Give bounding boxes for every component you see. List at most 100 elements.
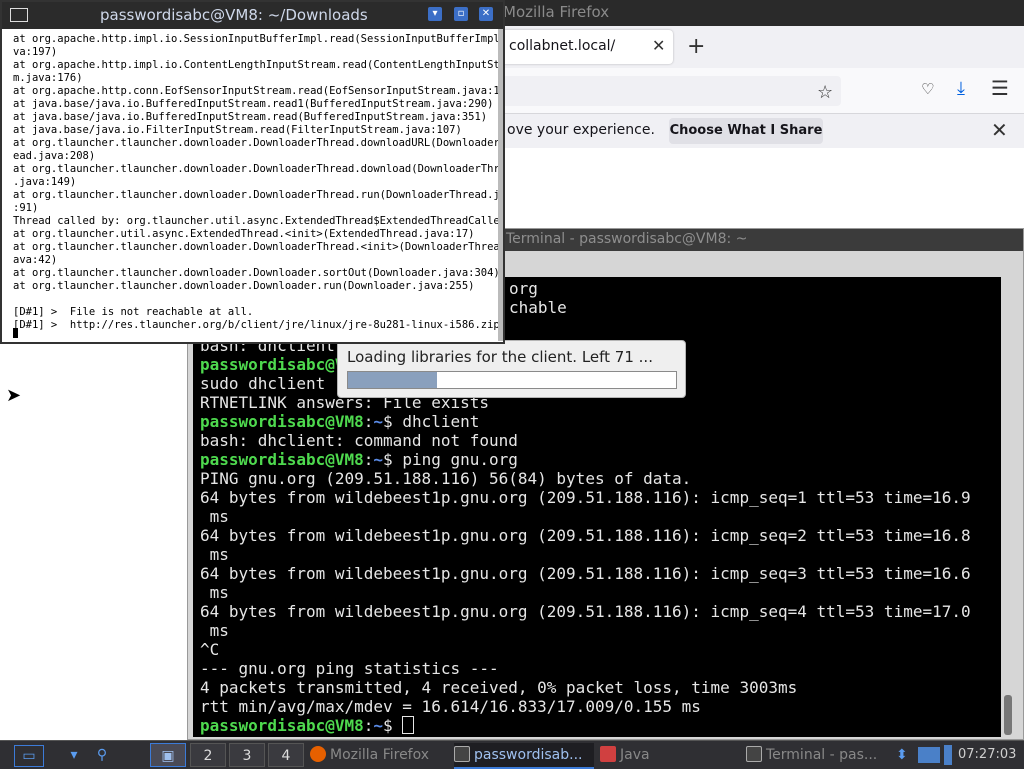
firefox-content-area [501, 148, 1024, 230]
task-java[interactable]: Java [600, 743, 740, 767]
task-firefox[interactable]: Mozilla Firefox [310, 743, 450, 767]
notification-text: ove your experience. [507, 122, 655, 138]
log-line: at org.tlauncher.tlauncher.downloader.Do… [13, 137, 498, 149]
tab-title: collabnet.local/ [509, 38, 616, 54]
log-cursor-line [13, 328, 18, 341]
text-cursor [13, 328, 18, 338]
terminal-line: ms [200, 507, 229, 526]
firefox-nav-bar: ☆ ♡ ⤓ ☰ [501, 68, 1024, 112]
log-terminal-scrollbar[interactable] [498, 29, 503, 341]
terminal-line: 4 packets transmitted, 4 received, 0% pa… [200, 678, 798, 697]
terminal-scrollbar[interactable] [1002, 277, 1014, 737]
java-icon [600, 746, 616, 762]
firefox-tab[interactable]: collabnet.local/ ✕ [501, 30, 673, 64]
log-line: ead.java:208) [13, 150, 96, 162]
terminal-line: 64 bytes from wildebeest1p.gnu.org (209.… [200, 526, 971, 545]
log-line: .java:149) [13, 176, 77, 188]
taskbar: ▭ ▾ ⚲ ▣ 2 3 4 Mozilla Firefox passwordis… [0, 740, 1024, 769]
prompt-command: ping gnu.org [402, 450, 518, 469]
app-menu-icon[interactable]: ▭ [14, 745, 44, 767]
log-line: [D#1] > File is not reachable at all. [13, 306, 254, 318]
terminal-line: chable [509, 298, 567, 317]
terminal-line: ms [200, 583, 229, 602]
log-terminal-title: passwordisabc@VM8: ~/Downloads [100, 6, 368, 24]
task-label: Terminal - pas... [766, 747, 878, 763]
task-terminal[interactable]: Terminal - pas... [746, 743, 886, 767]
loading-progress-bar [347, 371, 677, 389]
log-line: at org.apache.http.conn.EofSensorInputSt… [13, 85, 498, 97]
scrollbar-thumb[interactable] [1004, 695, 1012, 735]
minimize-button[interactable]: ▾ [428, 7, 442, 21]
log-line: at org.apache.http.impl.io.ContentLength… [13, 59, 498, 71]
prompt-user: passwordisabc@VM8 [200, 716, 364, 735]
log-line: at org.apache.http.impl.io.SessionInputB… [13, 33, 498, 45]
workspace-button[interactable]: 3 [229, 743, 265, 767]
firefox-titlebar[interactable]: Mozilla Firefox [501, 0, 1024, 26]
url-bar[interactable]: ☆ [501, 76, 841, 106]
text-cursor [402, 716, 415, 734]
firefox-tab-strip: collabnet.local/ ✕ [501, 26, 1024, 69]
close-notification-icon[interactable]: ✕ [991, 118, 1008, 142]
log-line: at org.tlauncher.util.async.ExtendedThre… [13, 228, 475, 240]
workspace-button[interactable]: 4 [268, 743, 304, 767]
terminal-line: PING gnu.org (209.51.188.116) 56(84) byt… [200, 469, 692, 488]
prompt-path: ~ [373, 450, 384, 469]
log-terminal-titlebar[interactable]: passwordisabc@VM8: ~/Downloads ▾ ▫ ✕ [2, 2, 503, 29]
workspace-1-button[interactable]: ▣ [150, 743, 186, 767]
prompt-user: passwordisabc@VM8 [200, 412, 364, 431]
bookmark-star-icon[interactable]: ☆ [817, 82, 833, 103]
choose-what-i-share-button[interactable]: Choose What I Share [669, 118, 823, 144]
task-label: passwordisab... [474, 747, 583, 763]
prompt-end: $ [383, 412, 403, 431]
battery-icon [944, 745, 952, 765]
close-tab-icon[interactable]: ✕ [652, 36, 665, 55]
terminal-line: bash: dhclient: command not found [200, 431, 518, 450]
loading-dialog: Loading libraries for the client. Left 7… [337, 340, 686, 398]
prompt-path: ~ [373, 716, 384, 735]
clock[interactable]: 07:27:03 [958, 743, 1024, 767]
network-icon[interactable]: ⬍ [896, 745, 908, 765]
prompt-user: passwordisabc@VM8 [200, 450, 364, 469]
terminal-line: 64 bytes from wildebeest1p.gnu.org (209.… [200, 602, 971, 621]
log-line: Thread called by: org.tlauncher.util.asy… [13, 215, 498, 227]
terminal-app-icon[interactable] [10, 8, 28, 22]
prompt-path: ~ [373, 412, 384, 431]
folder-icon[interactable] [918, 747, 940, 763]
terminal-line: ^C [200, 640, 220, 659]
search-icon[interactable]: ⚲ [92, 745, 112, 765]
progress-fill [348, 372, 437, 388]
firefox-window: Mozilla Firefox collabnet.local/ ✕ + ☆ ♡… [500, 0, 1024, 230]
task-log-terminal[interactable]: passwordisab... [454, 743, 594, 769]
terminal-line: sudo dhclient [200, 374, 326, 393]
log-terminal-window: passwordisabc@VM8: ~/Downloads ▾ ▫ ✕ at … [0, 0, 505, 344]
prompt-command: dhclient [402, 412, 480, 431]
terminal-line: 64 bytes from wildebeest1p.gnu.org (209.… [200, 488, 971, 507]
terminal-line: rtt min/avg/max/mdev = 16.614/16.833/17.… [200, 697, 701, 716]
firefox-icon [310, 746, 326, 762]
download-icon[interactable]: ⤓ [957, 78, 965, 99]
log-terminal-output[interactable]: at org.apache.http.impl.io.SessionInputB… [4, 29, 498, 341]
terminal-line: ms [200, 621, 229, 640]
terminal-line: 64 bytes from wildebeest1p.gnu.org (209.… [200, 564, 971, 583]
terminal-icon [746, 746, 762, 762]
mouse-pointer-icon: ➤ [6, 385, 22, 406]
terminal-line: org [509, 279, 538, 298]
log-line: [D#1] > http://res.tlauncher.org/b/clien… [13, 319, 498, 331]
log-line: ava:42) [13, 254, 58, 266]
log-line: m.java:176) [13, 72, 83, 84]
prompt-sep: : [363, 450, 374, 469]
close-window-button[interactable]: ✕ [479, 7, 493, 21]
workspace-button[interactable]: 2 [190, 743, 226, 767]
new-tab-button[interactable]: + [687, 34, 705, 59]
hamburger-menu-icon[interactable]: ☰ [991, 76, 1009, 100]
log-line: at java.base/java.io.BufferedInputStream… [13, 98, 494, 110]
pocket-icon[interactable]: ♡ [921, 80, 934, 98]
log-line: va:197) [13, 46, 58, 58]
maximize-button[interactable]: ▫ [454, 7, 468, 21]
log-line: :91) [13, 202, 39, 214]
log-line: at org.tlauncher.tlauncher.downloader.Do… [13, 241, 498, 253]
prompt-end: $ [383, 450, 403, 469]
log-line: at org.tlauncher.tlauncher.downloader.Do… [13, 163, 498, 175]
window-list-icon[interactable]: ▾ [64, 745, 84, 765]
terminal-current-prompt[interactable]: passwordisabc@VM8:~$ [200, 716, 415, 735]
